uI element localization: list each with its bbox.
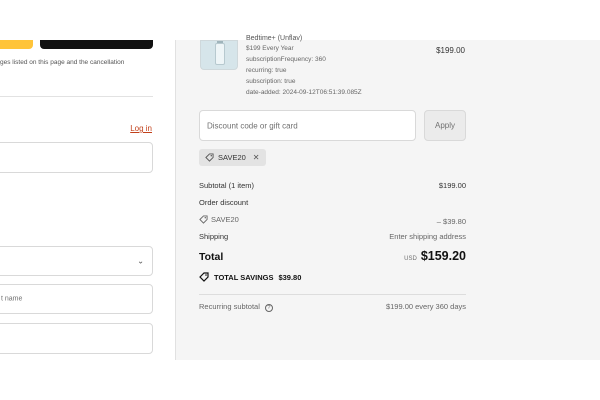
discount-value: – $39.80 xyxy=(436,217,466,226)
email-field[interactable] xyxy=(0,142,153,173)
subtotal-row: Subtotal (1 item) $199.00 xyxy=(199,181,466,190)
product-meta-line: date-added: 2024-09-12T06:51:39.085Z xyxy=(246,89,362,96)
total-label: Total xyxy=(199,251,224,263)
help-icon[interactable]: ? xyxy=(264,304,273,312)
product-price: $199.00 xyxy=(436,46,465,55)
express-checkout-button-yellow[interactable] xyxy=(0,40,33,49)
shipping-label: Shipping xyxy=(199,232,229,241)
order-summary-panel: Bedtime+ (Unflav) $199 Every Year subscr… xyxy=(175,35,600,360)
recurring-value: $199.00 every 360 days xyxy=(385,302,466,311)
close-icon[interactable]: ✕ xyxy=(253,153,260,162)
product-meta-line: subscription: true xyxy=(246,78,296,85)
shipping-row: Shipping Enter shipping address xyxy=(199,232,466,241)
section-divider xyxy=(0,96,153,97)
recurring-subtotal-row: Recurring subtotal? $199.00 every 360 da… xyxy=(199,302,466,312)
login-link[interactable]: Log in xyxy=(130,124,152,133)
savings-value: $39.80 xyxy=(278,272,302,282)
savings-label: TOTAL SAVINGS xyxy=(214,272,274,282)
tag-icon xyxy=(199,215,208,224)
order-discount-row: Order discount xyxy=(199,198,466,207)
subtotal-label: Subtotal (1 item) xyxy=(199,181,255,190)
product-meta-line: recurring: true xyxy=(246,67,287,74)
subscription-disclaimer: ges listed on this page and the cancella… xyxy=(0,59,125,66)
total-row: Total USD $159.20 xyxy=(199,249,466,263)
country-select[interactable]: ⌄ xyxy=(0,246,153,276)
checkout-form-panel: ges listed on this page and the cancella… xyxy=(0,40,175,360)
express-checkout-button-dark[interactable] xyxy=(40,40,153,49)
address-field[interactable] xyxy=(0,323,153,354)
recurring-label: Recurring subtotal xyxy=(199,302,260,311)
summary-divider xyxy=(199,294,466,295)
shipping-value: Enter shipping address xyxy=(389,232,466,241)
top-strip xyxy=(0,0,600,40)
tag-icon xyxy=(199,272,209,282)
total-savings: TOTAL SAVINGS $39.80 xyxy=(199,272,301,282)
chevron-down-icon: ⌄ xyxy=(137,256,144,266)
total-value: $159.20 xyxy=(420,249,466,263)
applied-discount-code: SAVE20 xyxy=(218,153,246,162)
discount-code-label: SAVE20 xyxy=(211,215,239,224)
product-meta-line: $199 Every Year xyxy=(246,45,294,52)
product-meta-line: subscriptionFrequency: 360 xyxy=(246,56,326,63)
discount-code-input[interactable]: Discount code or gift card xyxy=(199,110,416,141)
product-thumbnail xyxy=(200,40,238,70)
order-discount-label: Order discount xyxy=(199,198,249,207)
subtotal-value: $199.00 xyxy=(438,181,466,190)
tag-icon xyxy=(205,153,214,162)
applied-discount-tag: SAVE20 ✕ xyxy=(199,149,266,166)
product-name: Bedtime+ (Unflav) xyxy=(246,35,303,42)
apply-discount-button[interactable]: Apply xyxy=(424,110,466,141)
last-name-field[interactable]: t name xyxy=(0,284,153,314)
discount-code-row: SAVE20 – $39.80 xyxy=(199,215,466,226)
bottle-image xyxy=(215,43,225,65)
currency-code: USD xyxy=(404,256,417,262)
